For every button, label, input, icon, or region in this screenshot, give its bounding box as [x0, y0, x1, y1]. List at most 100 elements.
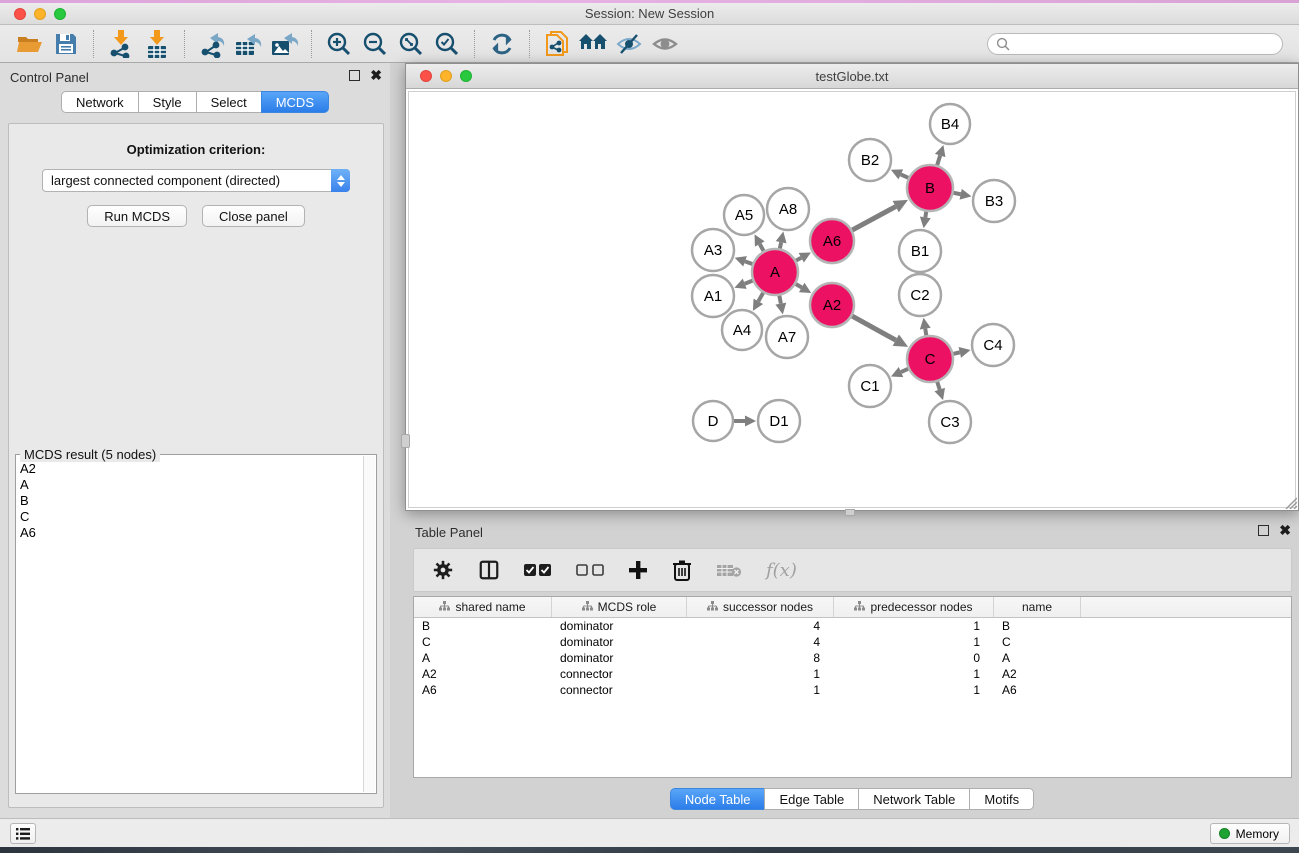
show-selected-button[interactable] — [647, 28, 683, 60]
table-cell[interactable]: B — [414, 618, 552, 634]
zoom-in-button[interactable] — [321, 28, 357, 60]
search-input[interactable] — [1015, 37, 1274, 51]
close-table-panel-icon[interactable]: ✖ — [1279, 525, 1291, 536]
graph-edge-A-A2[interactable] — [796, 284, 802, 287]
table-cell[interactable]: 1 — [687, 666, 834, 682]
show-task-history-button[interactable] — [10, 823, 36, 844]
graph-edge-B-B1[interactable] — [925, 212, 926, 218]
result-item[interactable]: A6 — [20, 525, 362, 541]
table-cell[interactable]: A2 — [414, 666, 552, 682]
table-cell[interactable]: dominator — [552, 618, 687, 634]
result-item[interactable]: A — [20, 477, 362, 493]
resize-grip-icon[interactable] — [1282, 494, 1297, 509]
table-cell[interactable]: dominator — [552, 634, 687, 650]
column-header-predecessor-nodes[interactable]: predecessor nodes — [834, 597, 994, 617]
column-header-shared-name[interactable]: shared name — [414, 597, 552, 617]
table-row[interactable]: Cdominator41C — [414, 634, 1291, 650]
import-network-button[interactable] — [103, 28, 139, 60]
network-close-button[interactable] — [420, 70, 432, 82]
float-panel-icon[interactable] — [349, 70, 360, 81]
network-zoom-button[interactable] — [460, 70, 472, 82]
split-columns-icon[interactable] — [478, 559, 500, 581]
graph-edge-A-A8[interactable] — [780, 242, 781, 248]
table-cell[interactable]: A — [994, 650, 1081, 666]
show-all-networks-button[interactable] — [575, 28, 611, 60]
table-cell[interactable]: 1 — [834, 634, 994, 650]
graph-edge-A-A5[interactable] — [760, 244, 764, 251]
graph-edge-C-C2[interactable] — [925, 329, 926, 336]
zoom-selected-button[interactable] — [429, 28, 465, 60]
table-cell[interactable]: C — [414, 634, 552, 650]
graph-edge-A-A6[interactable] — [796, 258, 801, 261]
optimization-criterion-dropdown[interactable]: largest connected component (directed) — [42, 169, 350, 192]
table-cell[interactable]: A — [414, 650, 552, 666]
table-cell[interactable]: 8 — [687, 650, 834, 666]
column-header-successor-nodes[interactable]: successor nodes — [687, 597, 834, 617]
table-cell[interactable]: dominator — [552, 650, 687, 666]
graph-edge-A6-B[interactable] — [852, 207, 895, 231]
delete-column-icon[interactable] — [672, 559, 692, 581]
table-cell[interactable]: A6 — [414, 682, 552, 698]
tab-select[interactable]: Select — [196, 91, 262, 113]
tab-motifs[interactable]: Motifs — [969, 788, 1034, 810]
result-scrollbar[interactable] — [363, 456, 375, 792]
float-table-panel-icon[interactable] — [1258, 525, 1269, 536]
table-cell[interactable]: A6 — [994, 682, 1081, 698]
search-field[interactable] — [987, 33, 1283, 55]
table-cell[interactable]: A2 — [994, 666, 1081, 682]
result-item[interactable]: A2 — [20, 461, 362, 477]
run-mcds-button[interactable]: Run MCDS — [87, 205, 187, 227]
close-panel-button[interactable]: Close panel — [202, 205, 305, 227]
graph-edge-A-A4[interactable] — [758, 293, 763, 301]
graph-edge-A-A1[interactable] — [745, 281, 753, 284]
add-column-icon[interactable] — [628, 560, 648, 580]
mcds-result-list[interactable]: A2ABCA6 — [20, 461, 362, 791]
graph-edge-B-B3[interactable] — [954, 193, 961, 194]
zoom-window-button[interactable] — [54, 8, 66, 20]
select-all-columns-icon[interactable] — [524, 563, 552, 577]
result-item[interactable]: C — [20, 509, 362, 525]
vertical-scroll-thumb[interactable] — [401, 434, 410, 448]
import-table-button[interactable] — [139, 28, 175, 60]
network-canvas[interactable]: B4B2BB3A5A8A6B1A3AA1C2A2A4A7C4CC1C3DD1 — [408, 91, 1296, 508]
export-image-button[interactable] — [266, 28, 302, 60]
tab-mcds[interactable]: MCDS — [261, 91, 329, 113]
table-cell[interactable]: 1 — [834, 618, 994, 634]
table-cell[interactable]: B — [994, 618, 1081, 634]
table-cell[interactable]: 1 — [687, 682, 834, 698]
graph-edge-C-C1[interactable] — [901, 369, 908, 372]
table-cell[interactable]: C — [994, 634, 1081, 650]
export-table-button[interactable] — [230, 28, 266, 60]
tab-node-table[interactable]: Node Table — [670, 788, 766, 810]
table-row[interactable]: Bdominator41B — [414, 618, 1291, 634]
graph-edge-A2-C[interactable] — [852, 316, 896, 340]
close-panel-icon[interactable]: ✖ — [370, 70, 382, 81]
graph-edge-A-A7[interactable] — [779, 296, 780, 304]
table-cell[interactable]: 4 — [687, 618, 834, 634]
table-row[interactable]: A2connector11A2 — [414, 666, 1291, 682]
deselect-all-columns-icon[interactable] — [576, 563, 604, 577]
close-window-button[interactable] — [14, 8, 26, 20]
export-network-button[interactable] — [194, 28, 230, 60]
zoom-fit-button[interactable] — [393, 28, 429, 60]
table-cell[interactable]: connector — [552, 666, 687, 682]
tab-network[interactable]: Network — [61, 91, 139, 113]
hide-selected-button[interactable] — [611, 28, 647, 60]
network-minimize-button[interactable] — [440, 70, 452, 82]
tab-edge-table[interactable]: Edge Table — [764, 788, 859, 810]
table-cell[interactable]: connector — [552, 682, 687, 698]
table-cell[interactable]: 4 — [687, 634, 834, 650]
zoom-out-button[interactable] — [357, 28, 393, 60]
graph-edge-A-A3[interactable] — [745, 261, 752, 264]
graph-edge-C-C4[interactable] — [953, 352, 959, 353]
column-header-MCDS-role[interactable]: MCDS role — [552, 597, 687, 617]
save-session-button[interactable] — [48, 28, 84, 60]
tab-style[interactable]: Style — [138, 91, 197, 113]
table-cell[interactable]: 1 — [834, 666, 994, 682]
graph-edge-B-B4[interactable] — [937, 155, 940, 165]
table-cell[interactable]: 0 — [834, 650, 994, 666]
settings-gear-icon[interactable] — [432, 559, 454, 581]
graph-edge-C-C3[interactable] — [937, 382, 939, 390]
graph-edge-B-B2[interactable] — [901, 174, 908, 177]
minimize-window-button[interactable] — [34, 8, 46, 20]
